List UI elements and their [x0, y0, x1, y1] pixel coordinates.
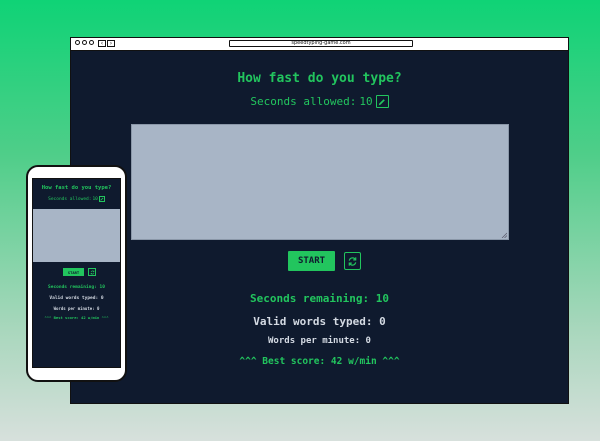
page-title: How fast do you type?	[237, 71, 402, 86]
minimize-dot[interactable]	[82, 40, 87, 45]
pencil-icon	[100, 197, 104, 201]
phone-edit-seconds-button[interactable]	[98, 196, 105, 202]
pencil-icon	[378, 98, 385, 105]
phone-seconds-remaining: Seconds remaining: 10	[48, 285, 105, 290]
typing-input[interactable]	[131, 124, 509, 240]
phone-seconds-allowed-label: Seconds allowed:	[48, 196, 92, 202]
phone-typing-input[interactable]	[33, 209, 120, 262]
words-per-minute: Words per minute: 0	[268, 336, 371, 346]
refresh-icon	[348, 256, 357, 266]
phone-mockup: How fast do you type? Seconds allowed: 1…	[26, 165, 127, 382]
address-bar[interactable]: speedtyping-game.com	[229, 40, 413, 47]
resize-grip-icon[interactable]	[501, 232, 507, 238]
start-button[interactable]: START	[288, 251, 335, 271]
seconds-allowed-label: Seconds allowed:	[250, 95, 357, 108]
window-controls	[75, 40, 94, 45]
phone-valid-words-typed: Valid words typed: 0	[49, 296, 104, 301]
phone-best-score: ^^^ Best score: 42 w/min ^^^	[44, 315, 109, 320]
back-button[interactable]: ‹	[98, 39, 106, 47]
phone-reset-button[interactable]	[88, 268, 96, 276]
edit-seconds-button[interactable]	[375, 95, 389, 108]
phone-start-button[interactable]: START	[63, 268, 84, 276]
valid-words-typed: Valid words typed: 0	[253, 315, 386, 328]
phone-screen: How fast do you type? Seconds allowed: 1…	[32, 178, 121, 368]
refresh-icon	[90, 270, 94, 274]
seconds-remaining: Seconds remaining: 10	[249, 292, 390, 305]
maximize-dot[interactable]	[89, 40, 94, 45]
nav-buttons: ‹ ›	[98, 39, 115, 47]
phone-seconds-allowed-row: Seconds allowed: 10	[33, 196, 120, 202]
close-dot[interactable]	[75, 40, 80, 45]
browser-window: ‹ › speedtyping-game.com How fast do you…	[70, 37, 569, 404]
browser-toolbar: ‹ › speedtyping-game.com	[71, 38, 568, 51]
game-page: How fast do you type? Seconds allowed: 1…	[71, 51, 568, 403]
seconds-allowed-value: 10	[359, 95, 373, 108]
seconds-allowed-row: Seconds allowed: 10	[71, 95, 568, 108]
phone-words-per-minute: Words per minute: 0	[53, 306, 100, 311]
forward-button[interactable]: ›	[107, 39, 115, 47]
best-score: ^^^ Best score: 42 w/min ^^^	[239, 356, 400, 367]
phone-seconds-allowed-value: 10	[92, 196, 98, 202]
reset-button[interactable]	[344, 252, 361, 270]
phone-page-title: How fast do you type?	[41, 185, 112, 191]
